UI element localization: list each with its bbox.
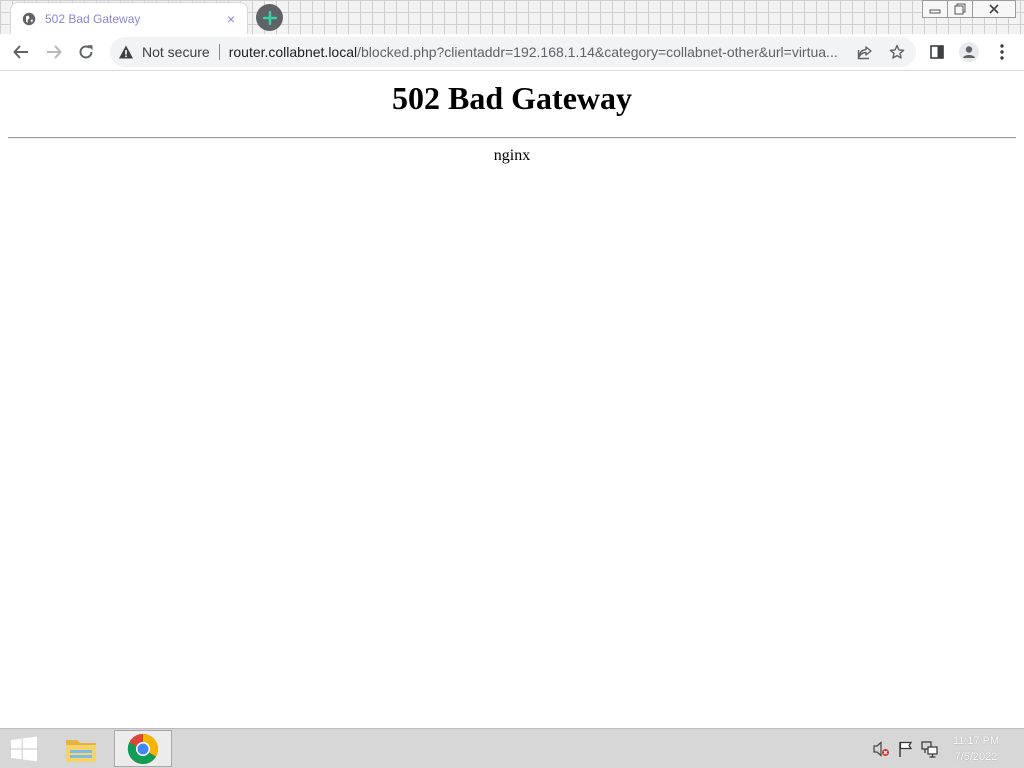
browser-menu-button[interactable]	[988, 38, 1016, 66]
action-center-flag-icon[interactable]	[897, 740, 915, 758]
browser-tab[interactable]: 502 Bad Gateway ×	[10, 2, 248, 34]
speaker-muted-icon[interactable]	[872, 740, 890, 758]
side-panel-button[interactable]	[923, 38, 951, 66]
taskbar-chrome[interactable]	[114, 730, 172, 767]
security-status-label[interactable]: Not secure	[142, 44, 210, 60]
minimize-button[interactable]	[922, 0, 948, 18]
warning-triangle-icon[interactable]	[118, 44, 134, 60]
url-path: /blocked.php?clientaddr=192.168.1.14&cat…	[357, 44, 838, 60]
file-explorer-icon	[66, 739, 96, 762]
browser-toolbar: Not secure router.collabnet.local/blocke…	[0, 34, 1024, 71]
windows-logo-icon	[11, 736, 37, 762]
star-icon[interactable]	[886, 41, 908, 63]
kebab-menu-icon	[1000, 44, 1004, 60]
forward-button[interactable]	[40, 38, 68, 66]
reload-icon	[79, 45, 93, 59]
profile-button[interactable]	[955, 38, 983, 66]
back-button[interactable]	[7, 38, 35, 66]
restore-button[interactable]	[947, 0, 973, 18]
back-arrow-icon	[13, 45, 28, 59]
taskbar-clock[interactable]: 11:17 PM 7/5/2022	[946, 733, 1006, 765]
browser-tab-strip: 502 Bad Gateway ×	[0, 0, 1024, 34]
new-tab-button[interactable]	[256, 4, 283, 31]
page-content: 502 Bad Gateway nginx	[0, 72, 1024, 728]
tab-close-icon[interactable]: ×	[223, 11, 239, 27]
minimize-icon	[929, 9, 941, 14]
chrome-icon	[127, 733, 159, 764]
close-window-button[interactable]	[972, 0, 1016, 18]
plus-icon	[262, 10, 277, 25]
restore-icon	[954, 3, 966, 15]
clock-date: 7/5/2022	[954, 751, 998, 763]
start-button[interactable]	[6, 733, 42, 765]
windows-taskbar: 11:17 PM 7/5/2022	[0, 728, 1024, 768]
url-host: router.collabnet.local	[228, 44, 358, 60]
globe-icon	[21, 11, 37, 27]
server-signature: nginx	[493, 147, 531, 164]
network-icon[interactable]	[921, 740, 939, 758]
share-icon[interactable]	[854, 41, 876, 63]
address-bar[interactable]: Not secure router.collabnet.local/blocke…	[110, 37, 916, 67]
forward-arrow-icon	[47, 45, 62, 59]
url-text[interactable]: router.collabnet.local/blocked.php?clien…	[229, 44, 849, 60]
page-title: 502 Bad Gateway	[392, 80, 632, 116]
window-controls	[922, 0, 1016, 18]
address-divider	[218, 44, 220, 60]
clock-time: 11:17 PM	[952, 735, 1000, 747]
taskbar-file-explorer[interactable]	[52, 730, 110, 767]
tab-title: 502 Bad Gateway	[45, 11, 141, 26]
side-panel-icon	[930, 45, 944, 59]
profile-icon	[959, 42, 979, 62]
close-icon	[989, 4, 999, 14]
reload-button[interactable]	[72, 38, 100, 66]
horizontal-rule	[8, 137, 1016, 139]
